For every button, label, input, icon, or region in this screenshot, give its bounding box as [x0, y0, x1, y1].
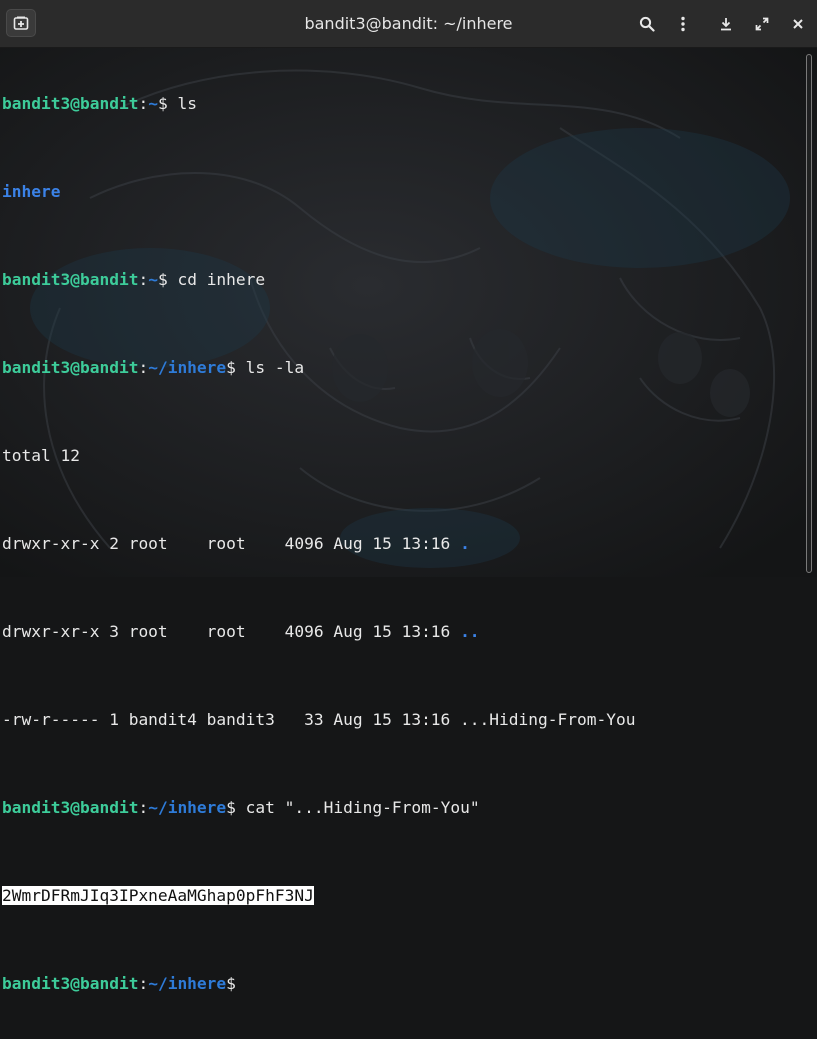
terminal-line: bandit3@bandit:~$ ls	[2, 93, 635, 115]
prompt-user: bandit3@bandit	[2, 798, 139, 817]
terminal-line: bandit3@bandit:~/inhere$ ls -la	[2, 357, 635, 379]
prompt-user: bandit3@bandit	[2, 974, 139, 993]
command-text: ls	[177, 94, 197, 113]
maximize-button[interactable]	[750, 12, 774, 36]
prompt-colon: :	[138, 94, 149, 113]
prompt-symbol: $	[157, 94, 178, 113]
output-text: drwxr-xr-x 2 root root 4096 Aug 15 13:16	[2, 534, 461, 553]
output-text: -rw-r----- 1 bandit4 bandit3 33 Aug 15 1…	[2, 710, 636, 729]
terminal-line: total 12	[2, 445, 635, 467]
prompt-path: ~/inhere	[148, 358, 227, 377]
prompt-user: bandit3@bandit	[2, 270, 139, 289]
menu-button[interactable]	[671, 12, 695, 36]
prompt-path: ~	[148, 270, 158, 289]
download-icon	[721, 18, 731, 31]
maximize-icon	[755, 17, 769, 31]
text-cursor	[236, 974, 245, 993]
terminal-line: bandit3@bandit:~/inhere$ cat "...Hiding-…	[2, 797, 635, 819]
terminal-output: bandit3@bandit:~$ ls inhere bandit3@band…	[2, 49, 635, 1039]
prompt-colon: :	[138, 974, 149, 993]
prompt-user: bandit3@bandit	[2, 358, 139, 377]
output-text: total 12	[2, 446, 80, 465]
prompt-colon: :	[138, 270, 149, 289]
terminal-line: -rw-r----- 1 bandit4 bandit3 33 Aug 15 1…	[2, 709, 635, 731]
output-text: drwxr-xr-x 3 root root 4096 Aug 15 13:16	[2, 622, 461, 641]
command-text: cd inhere	[177, 270, 266, 289]
output-directory: inhere	[2, 182, 61, 201]
prompt-symbol: $	[226, 974, 236, 993]
command-text: cat "...Hiding-From-You"	[245, 798, 480, 817]
terminal-line: bandit3@bandit:~/inhere$	[2, 973, 635, 995]
close-button[interactable]	[786, 12, 810, 36]
scrollbar-thumb[interactable]	[806, 54, 812, 573]
download-button[interactable]	[714, 12, 738, 36]
terminal-line: 2WmrDFRmJIq3IPxneAaMGhap0pFhF3NJ	[2, 885, 635, 907]
prompt-colon: :	[138, 358, 149, 377]
output-directory: ..	[460, 622, 480, 641]
command-text: ls -la	[245, 358, 305, 377]
prompt-user: bandit3@bandit	[2, 94, 139, 113]
title-bar: bandit3@bandit: ~/inhere	[0, 0, 817, 48]
terminal-line: inhere	[2, 181, 635, 203]
kebab-menu-icon	[681, 16, 685, 32]
terminal-line: drwxr-xr-x 3 root root 4096 Aug 15 13:16…	[2, 621, 635, 643]
terminal-view[interactable]: bandit3@bandit:~$ ls inhere bandit3@band…	[0, 48, 817, 993]
terminal-line: drwxr-xr-x 2 root root 4096 Aug 15 13:16…	[2, 533, 635, 555]
prompt-symbol: $	[157, 270, 178, 289]
prompt-symbol: $	[226, 798, 246, 817]
prompt-colon: :	[138, 798, 149, 817]
selected-password-text[interactable]: 2WmrDFRmJIq3IPxneAaMGhap0pFhF3NJ	[2, 886, 314, 905]
close-icon	[793, 19, 803, 29]
search-button[interactable]	[635, 12, 659, 36]
terminal-line: bandit3@bandit:~$ cd inhere	[2, 269, 635, 291]
prompt-path: ~	[148, 94, 158, 113]
search-icon	[639, 16, 655, 32]
prompt-path: ~/inhere	[148, 974, 227, 993]
prompt-path: ~/inhere	[148, 798, 227, 817]
prompt-symbol: $	[226, 358, 246, 377]
output-directory: .	[460, 534, 470, 553]
